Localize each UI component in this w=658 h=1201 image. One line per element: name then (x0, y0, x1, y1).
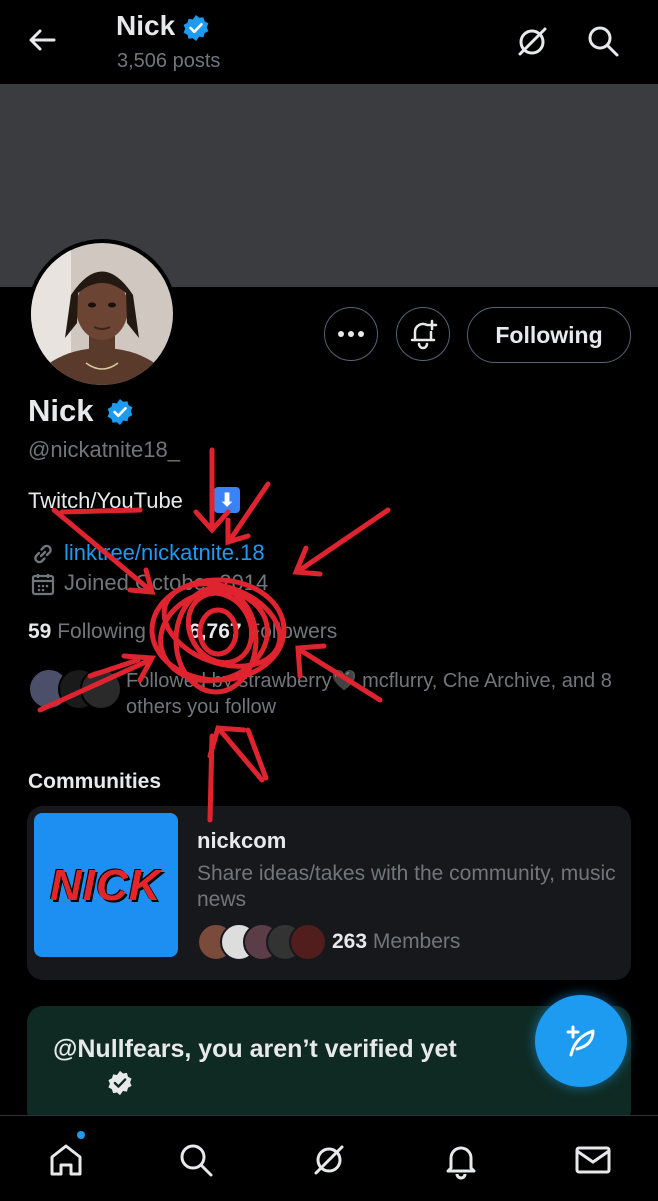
following-button[interactable]: Following (467, 307, 631, 363)
more-icon (338, 331, 364, 337)
back-arrow-icon[interactable] (24, 22, 60, 58)
following-label: Following (57, 620, 146, 643)
community-members: 263 Members (332, 930, 460, 954)
following-count: 59 (28, 620, 52, 643)
avatar[interactable] (27, 239, 177, 389)
notifications-icon[interactable] (441, 1140, 481, 1185)
more-options-button[interactable] (324, 307, 378, 361)
verify-prompt-text: @Nullfears, you aren’t verified yet (53, 1035, 457, 1063)
search-icon[interactable] (176, 1140, 216, 1185)
post-count: 3,506 posts (117, 50, 221, 72)
grok-icon[interactable] (512, 22, 552, 67)
messages-icon[interactable] (572, 1140, 614, 1185)
header-name: Nick (116, 10, 176, 41)
verified-check-icon (106, 1069, 134, 1102)
followers-count: 6,767 (189, 620, 242, 643)
member-label: Members (372, 930, 461, 953)
bell-plus-icon (410, 319, 438, 350)
community-description: Share ideas/takes with the community, mu… (197, 862, 616, 911)
top-bar (0, 0, 658, 84)
compose-icon (566, 1025, 595, 1057)
home-notification-dot (77, 1131, 85, 1139)
home-icon[interactable] (46, 1140, 86, 1185)
community-thumbnail: NICK (34, 813, 178, 957)
communities-heading: Communities (28, 770, 162, 793)
profile-bio: Twitch/YouTube (28, 488, 183, 513)
search-icon[interactable] (584, 22, 622, 65)
verified-badge-icon (105, 397, 135, 432)
community-name: nickcom (197, 828, 287, 853)
link-icon (30, 541, 56, 572)
member-avatar (289, 923, 327, 961)
profile-handle: @nickatnite18_ (28, 437, 180, 462)
notify-button[interactable] (396, 307, 450, 361)
grok-icon[interactable] (309, 1140, 349, 1185)
compose-button[interactable] (535, 995, 627, 1087)
followed-by-text[interactable]: Followed by strawberry🖤 mcflurry, Che Ar… (126, 668, 636, 720)
joined-date: Joined October 2014 (64, 570, 269, 595)
calendar-icon (30, 571, 56, 602)
community-thumbnail-text: NICK (50, 861, 162, 910)
profile-name: Nick (28, 393, 94, 428)
followers-label: Followers (247, 620, 338, 643)
following-stat[interactable]: 59 Following (28, 620, 146, 644)
followers-stat[interactable]: 6,767 Followers (189, 620, 337, 644)
verified-badge-icon (181, 13, 211, 48)
member-count: 263 (332, 930, 368, 953)
down-arrow-emoji-icon: ⬇ (214, 487, 240, 513)
follower-avatar (80, 668, 122, 710)
profile-link[interactable]: linktree/nickatnite.18 (64, 540, 265, 566)
